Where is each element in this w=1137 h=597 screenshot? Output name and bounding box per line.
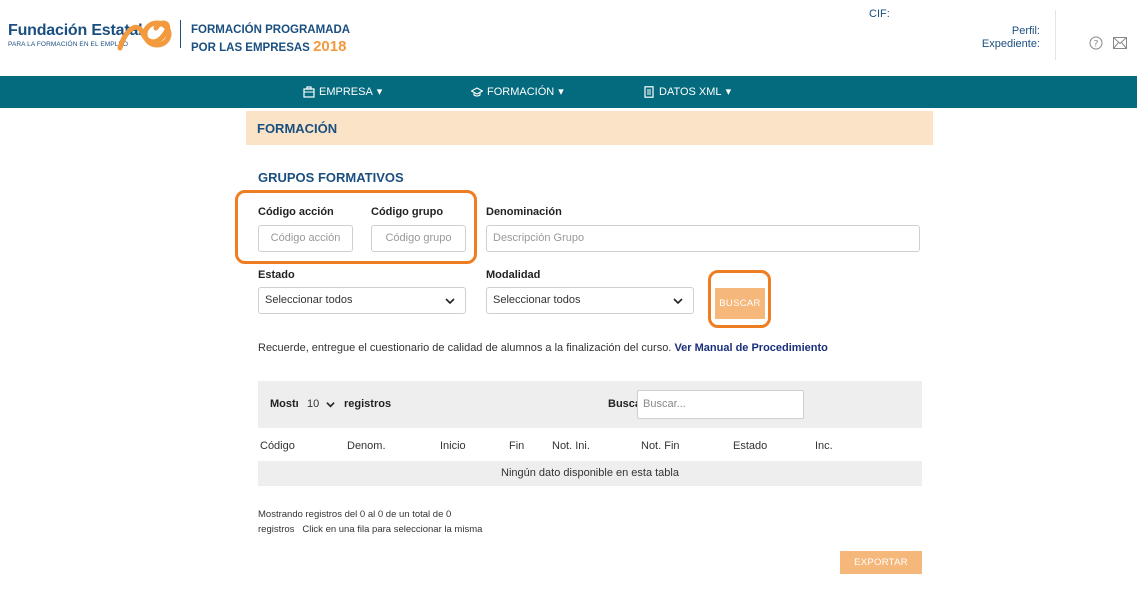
denominacion-input[interactable]: Descripción Grupo bbox=[486, 225, 920, 252]
codigo-accion-input[interactable]: Código acción bbox=[258, 225, 353, 252]
estado-label: Estado bbox=[258, 269, 295, 281]
manual-link[interactable]: Ver Manual de Procedimiento bbox=[674, 342, 827, 354]
program-title-line2: POR LAS EMPRESAS 2018 bbox=[191, 38, 346, 55]
column-header-not-fin[interactable]: Not. Fin bbox=[641, 440, 680, 452]
column-header-denom[interactable]: Denom. bbox=[347, 440, 386, 452]
column-header-inicio[interactable]: Inicio bbox=[440, 440, 466, 452]
table-empty-row: Ningún dato disponible en esta tabla bbox=[258, 461, 922, 486]
export-excel-button[interactable]: EXPORTAR EXCEL bbox=[840, 551, 922, 591]
program-year: 2018 bbox=[313, 38, 347, 55]
notice-text: Recuerde, entregue el cuestionario de ca… bbox=[258, 342, 672, 354]
quality-notice: Recuerde, entregue el cuestionario de ca… bbox=[258, 342, 828, 354]
column-header-fin[interactable]: Fin bbox=[509, 440, 524, 452]
expediente-label: Expediente: bbox=[981, 38, 1040, 50]
nav-caret-icon: ▾ bbox=[558, 86, 564, 98]
briefcase-icon bbox=[303, 85, 315, 98]
codigo-accion-label: Código acción bbox=[258, 206, 334, 218]
header-divider bbox=[1055, 10, 1056, 60]
nav-item-label: EMPRESA bbox=[319, 85, 373, 98]
estado-select[interactable]: Seleccionar todos bbox=[258, 287, 466, 314]
nav-item-datos-xml[interactable]: DATOS XML ▾ bbox=[643, 85, 731, 98]
graduation-cap-icon bbox=[471, 86, 483, 97]
table-info-line1: Mostrando registros del 0 al 0 de un tot… bbox=[258, 509, 452, 520]
chevron-down-icon bbox=[445, 298, 455, 305]
records-label: registros bbox=[344, 398, 392, 410]
logo-separator bbox=[180, 20, 181, 48]
program-title-line1: FORMACIÓN PROGRAMADA bbox=[191, 24, 351, 36]
page-length-select[interactable]: 10 bbox=[298, 390, 339, 417]
perfil-label: Perfil: bbox=[1011, 25, 1040, 37]
section-banner: FORMACIÓN bbox=[246, 111, 933, 145]
logo-tagline: PARA LA FORMACIÓN EN EL EMPLEO bbox=[8, 41, 129, 48]
chevron-down-icon bbox=[326, 402, 335, 408]
column-header-estado[interactable]: Estado bbox=[733, 440, 767, 452]
nav-caret-icon: ▾ bbox=[376, 86, 383, 98]
nav-item-label: FORMACIÓN bbox=[487, 85, 555, 98]
document-icon bbox=[644, 85, 654, 98]
modalidad-selected-value: Seleccionar todos bbox=[493, 294, 581, 306]
table-controls: Mostrar 10 registros Buscar: Buscar... bbox=[258, 381, 922, 428]
nav-item-formacion[interactable]: FORMACIÓN ▾ bbox=[471, 85, 564, 98]
table-info-line2: registros Click en una fila para selecci… bbox=[258, 524, 483, 535]
denominacion-label: Denominación bbox=[486, 206, 562, 218]
column-header-not-ini[interactable]: Not. Ini. bbox=[552, 440, 590, 452]
section-title: FORMACIÓN bbox=[257, 121, 338, 136]
buscar-button[interactable]: BUSCAR bbox=[715, 288, 765, 319]
column-header-inc[interactable]: Inc. bbox=[815, 440, 833, 452]
table-search-input[interactable]: Buscar... bbox=[637, 390, 804, 419]
column-header-codigo[interactable]: Código bbox=[260, 440, 295, 452]
nav-item-label: DATOS XML bbox=[659, 85, 722, 98]
estado-selected-value: Seleccionar todos bbox=[265, 294, 353, 306]
svg-text:?: ? bbox=[1094, 40, 1099, 50]
mail-icon[interactable] bbox=[1113, 37, 1127, 49]
modalidad-label: Modalidad bbox=[486, 269, 541, 281]
help-circle-icon[interactable]: ? bbox=[1089, 36, 1103, 50]
nav-item-empresa[interactable]: EMPRESA ▾ bbox=[303, 85, 382, 98]
page-length-value: 10 bbox=[307, 398, 320, 410]
chevron-down-icon bbox=[673, 298, 683, 305]
program-title-text: POR LAS EMPRESAS bbox=[191, 42, 310, 54]
modalidad-select[interactable]: Seleccionar todos bbox=[486, 287, 694, 314]
codigo-grupo-label: Código grupo bbox=[371, 206, 444, 218]
codigo-grupo-input[interactable]: Código grupo bbox=[371, 225, 466, 252]
page-subtitle: GRUPOS FORMATIVOS bbox=[258, 170, 404, 185]
logo-mark-icon bbox=[117, 20, 172, 51]
main-navbar: EMPRESA ▾ FORMACIÓN ▾ DATOS XML ▾ bbox=[0, 76, 1137, 108]
nav-caret-icon: ▾ bbox=[725, 86, 732, 98]
cif-label: CIF: bbox=[869, 8, 890, 20]
